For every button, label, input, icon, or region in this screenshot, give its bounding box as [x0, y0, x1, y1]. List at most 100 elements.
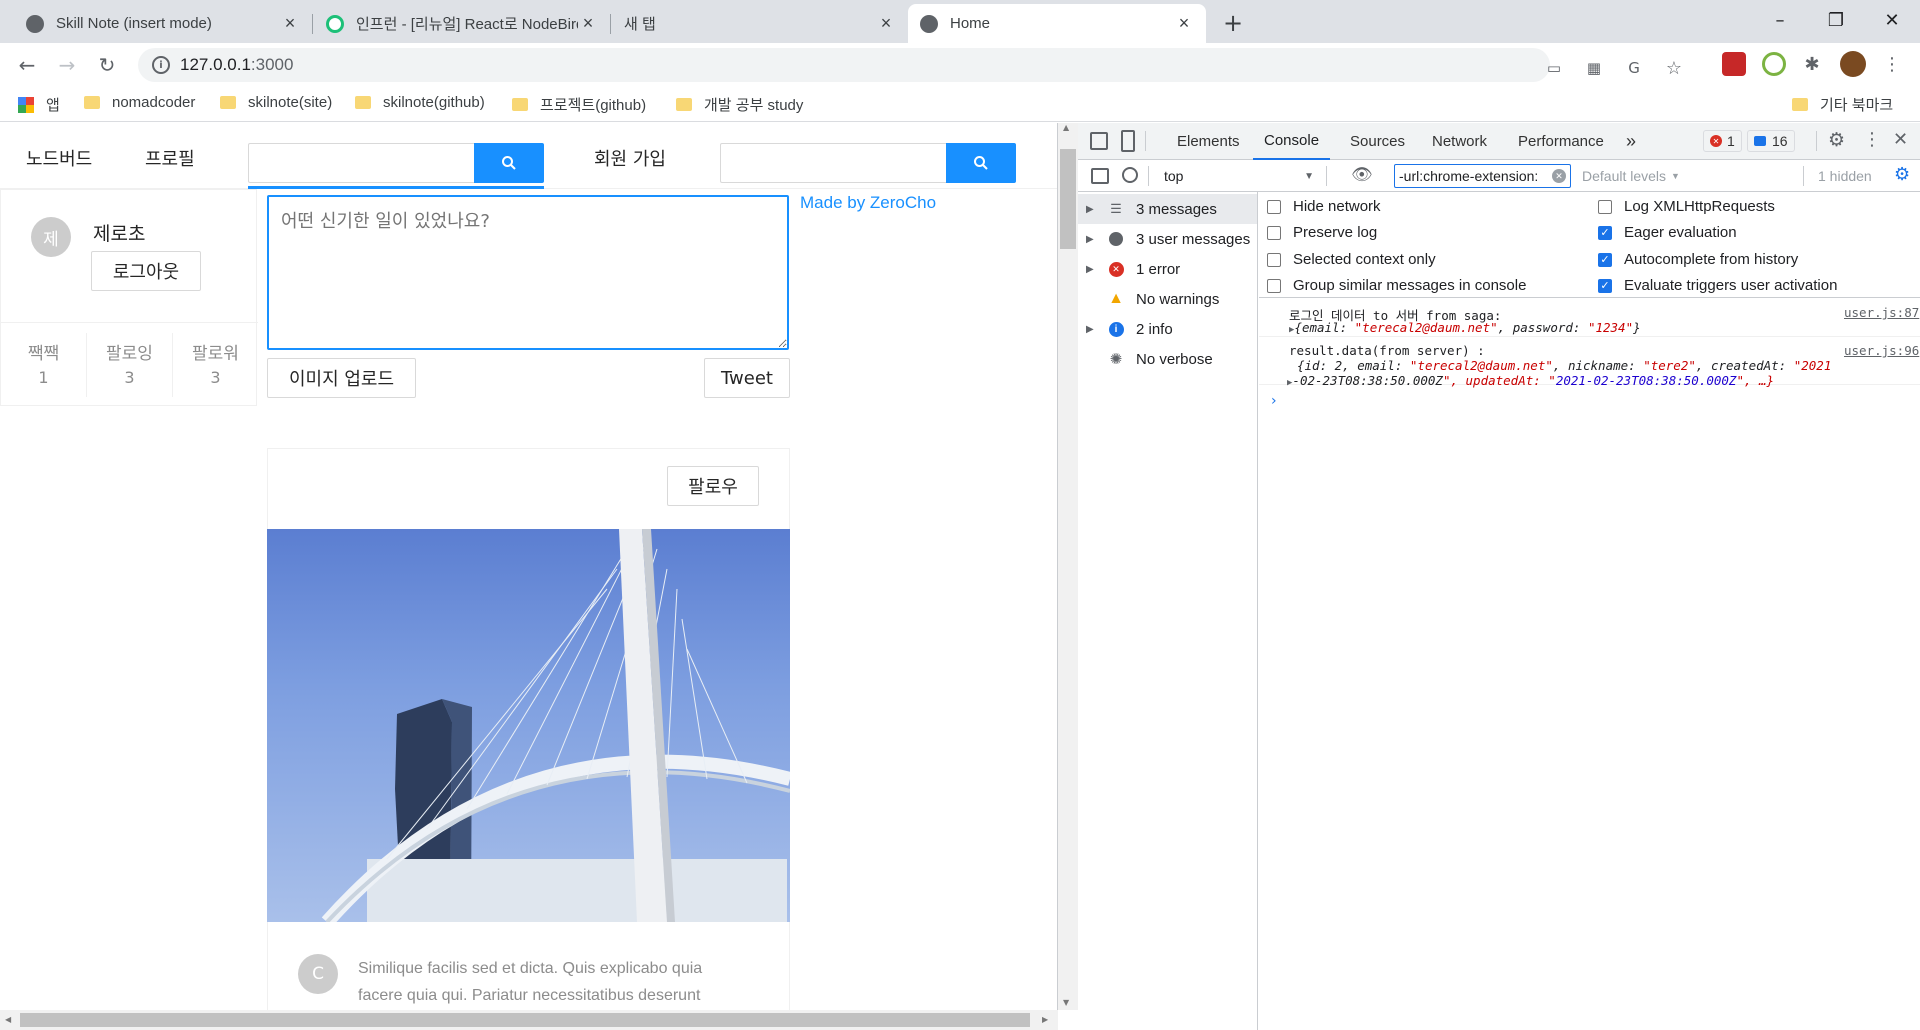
checkbox[interactable] [1267, 199, 1281, 214]
scroll-down-arrow[interactable]: ▼ [1063, 998, 1069, 1007]
menu-profile[interactable]: 프로필 [145, 145, 195, 171]
bookmark-skilnote-site[interactable]: skilnote(site) [220, 94, 332, 111]
selected-context-checkbox[interactable]: Selected context only [1267, 251, 1436, 268]
autocomplete-history-checkbox[interactable]: ✓ Autocomplete from history [1598, 251, 1798, 268]
bookmark-study[interactable]: 개발 공부 study [676, 94, 803, 115]
reload-button[interactable]: ↻ [91, 49, 123, 81]
clear-console-icon[interactable] [1122, 167, 1138, 183]
chrome-menu-icon[interactable]: ⋮ [1880, 52, 1904, 76]
other-bookmarks[interactable]: 기타 북마크 [1792, 94, 1893, 115]
checkbox-checked[interactable]: ✓ [1598, 278, 1612, 293]
qr-icon[interactable]: ▦ [1582, 56, 1606, 80]
message-count-badge[interactable]: 16 [1747, 130, 1795, 152]
more-tabs-icon[interactable]: » [1626, 123, 1636, 160]
close-tab-icon[interactable]: × [1174, 13, 1194, 34]
search-button[interactable] [474, 143, 544, 183]
menu-signup[interactable]: 회원 가입 [594, 145, 666, 171]
cast-icon[interactable]: ▭ [1542, 56, 1566, 80]
address-bar[interactable]: i 127.0.0.1:3000 ▭ ▦ G ☆ [138, 48, 1682, 82]
browser-tab-1[interactable]: Skill Note (insert mode) × [14, 4, 312, 43]
image-upload-button[interactable]: 이미지 업로드 [267, 358, 416, 398]
checkbox-checked[interactable]: ✓ [1598, 252, 1612, 267]
menu-home[interactable]: 노드버드 [26, 145, 92, 171]
devtools-menu-icon[interactable]: ⋮ [1863, 129, 1881, 150]
logout-button[interactable]: 로그아웃 [91, 251, 201, 291]
console-filter-input[interactable]: -url:chrome-extension: ✕ [1394, 164, 1571, 188]
follow-button[interactable]: 팔로우 [667, 466, 759, 506]
back-button[interactable]: ← [11, 49, 43, 81]
inspect-element-icon[interactable] [1090, 132, 1108, 150]
minimize-button[interactable]: – [1752, 0, 1808, 40]
expand-arrow-icon[interactable]: ▶ [1086, 204, 1100, 215]
sidebar-item-errors[interactable]: ▶ ✕ 1 error [1086, 254, 1256, 284]
devtools-tab-console[interactable]: Console [1253, 123, 1331, 160]
log-xhr-checkbox[interactable]: Log XMLHttpRequests [1598, 198, 1775, 215]
post-image[interactable] [267, 529, 790, 922]
bookmark-nomadcoder[interactable]: nomadcoder [84, 94, 195, 111]
profile-avatar[interactable] [1840, 51, 1866, 77]
tweet-button[interactable]: Tweet [704, 358, 790, 398]
new-tab-button[interactable]: + [1218, 8, 1248, 38]
group-similar-checkbox[interactable]: Group similar messages in console [1267, 277, 1526, 294]
devtools-tab-sources[interactable]: Sources [1350, 123, 1405, 160]
expand-arrow-icon[interactable]: ▶ [1086, 264, 1100, 275]
expand-arrow-icon[interactable]: ▶ [1086, 234, 1100, 245]
made-by-link[interactable]: Made by ZeroCho [800, 193, 936, 213]
device-toolbar-icon[interactable] [1121, 130, 1135, 152]
page-horizontal-scrollbar[interactable]: ◀ ▶ [0, 1010, 1058, 1030]
scroll-up-arrow[interactable]: ▲ [1063, 123, 1069, 132]
post-textarea[interactable] [267, 195, 789, 350]
apps-bookmark[interactable]: 앱 [18, 94, 60, 115]
checkbox[interactable] [1267, 225, 1281, 240]
settings-gear-icon[interactable]: ⚙ [1828, 129, 1845, 151]
bookmark-project-github[interactable]: 프로젝트(github) [512, 94, 646, 115]
close-devtools-icon[interactable]: ✕ [1893, 129, 1908, 150]
forward-button[interactable]: → [51, 49, 83, 81]
close-tab-icon[interactable]: × [578, 13, 598, 34]
scrollbar-thumb[interactable] [1060, 149, 1076, 249]
sidebar-item-info[interactable]: ▶ i 2 info [1086, 314, 1256, 344]
devtools-tab-performance[interactable]: Performance [1518, 123, 1604, 160]
error-count-badge[interactable]: ✕ 1 [1703, 130, 1742, 152]
live-expression-eye-icon[interactable]: 👁 [1351, 165, 1373, 185]
context-select[interactable]: top ▼ [1158, 164, 1320, 188]
clear-filter-icon[interactable]: ✕ [1552, 169, 1566, 183]
post-author-avatar[interactable]: C [298, 954, 338, 994]
console-prompt-icon[interactable]: › [1271, 393, 1277, 409]
stat-followings[interactable]: 팔로잉 3 [87, 333, 173, 397]
translate-icon[interactable]: G [1622, 56, 1646, 80]
browser-tab-3[interactable]: 새 탭 × [612, 4, 908, 43]
bookmark-skilnote-github[interactable]: skilnote(github) [355, 94, 485, 111]
checkbox[interactable] [1267, 278, 1281, 293]
devtools-tab-elements[interactable]: Elements [1177, 123, 1240, 160]
search-input[interactable] [248, 143, 474, 183]
restore-button[interactable]: ❐ [1808, 0, 1864, 40]
extensions-puzzle-icon[interactable]: ✱ [1800, 52, 1824, 76]
devtools-tab-network[interactable]: Network [1432, 123, 1487, 160]
expand-arrow-icon[interactable]: ▶ [1086, 324, 1100, 335]
search-button[interactable] [946, 143, 1016, 183]
sidebar-toggle-icon[interactable] [1091, 168, 1109, 184]
close-window-button[interactable]: ✕ [1864, 0, 1920, 40]
sidebar-item-user-messages[interactable]: ▶ 3 user messages [1086, 224, 1256, 254]
log-object[interactable]: {id: 2, email: "terecal2@daum.net", nick… [1287, 358, 1831, 391]
checkbox[interactable] [1267, 252, 1281, 267]
bookmark-star-icon[interactable]: ☆ [1662, 56, 1686, 80]
stat-followers[interactable]: 팔로워 3 [173, 333, 258, 397]
scrollbar-thumb[interactable] [20, 1013, 1030, 1027]
sidebar-item-verbose[interactable]: ✺ No verbose [1086, 344, 1256, 374]
info-icon[interactable]: i [152, 56, 170, 74]
log-source-link[interactable]: user.js:87 [1844, 305, 1919, 320]
log-levels-select[interactable]: Default levels ▼ [1582, 164, 1680, 188]
stat-posts[interactable]: 짹짹 1 [1, 333, 87, 397]
close-tab-icon[interactable]: × [876, 13, 896, 34]
console-settings-icon[interactable]: ⚙ [1894, 164, 1910, 185]
extension-circle-icon[interactable] [1762, 52, 1786, 76]
sidebar-item-messages[interactable]: ▶ ☰ 3 messages [1078, 194, 1257, 224]
close-tab-icon[interactable]: × [280, 13, 300, 34]
hide-network-checkbox[interactable]: Hide network [1267, 198, 1381, 215]
browser-tab-4[interactable]: Home × [908, 4, 1206, 43]
log-source-link[interactable]: user.js:96 [1844, 343, 1919, 358]
eager-evaluation-checkbox[interactable]: ✓ Eager evaluation [1598, 224, 1737, 241]
search-input[interactable] [720, 143, 946, 183]
